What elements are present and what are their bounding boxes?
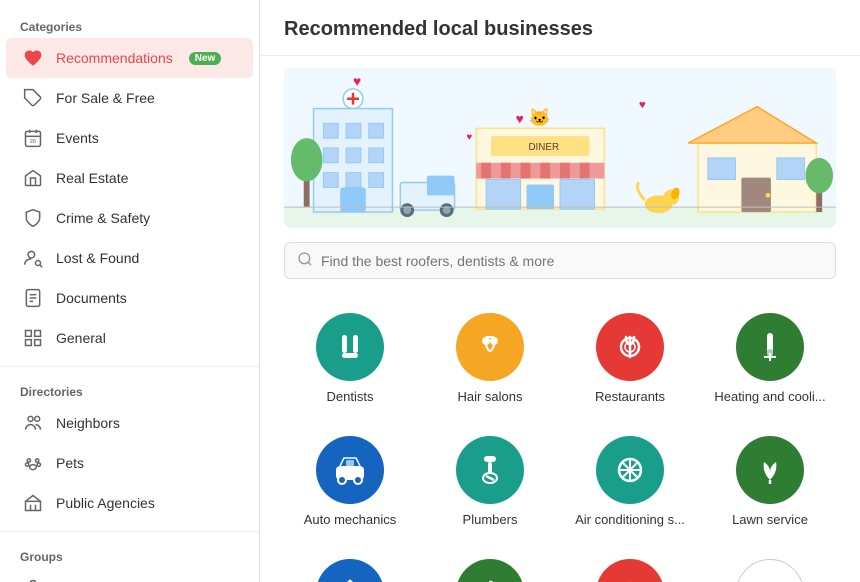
real-estate-label: Real Estate xyxy=(56,170,128,186)
lawn-service-circle xyxy=(736,436,804,504)
pets-label: Pets xyxy=(56,455,84,471)
hair-salons-label: Hair salons xyxy=(457,389,522,404)
shield-icon xyxy=(22,207,44,229)
main-header: Recommended local businesses xyxy=(260,0,860,56)
person-search-icon xyxy=(22,247,44,269)
sidebar-section-groups: Groups Browse all groups xyxy=(0,540,259,582)
air-conditioning-label: Air conditioning s... xyxy=(575,512,685,527)
sidebar-item-for-sale-free[interactable]: For Sale & Free xyxy=(6,78,253,118)
hair-salons-circle xyxy=(456,313,524,381)
category-house-painters[interactable]: House painters xyxy=(424,547,556,582)
divider-1 xyxy=(0,366,259,367)
heating-cooling-label: Heating and cooli... xyxy=(714,389,825,404)
restaurants-label: Restaurants xyxy=(595,389,665,404)
sidebar-item-real-estate[interactable]: Real Estate xyxy=(6,158,253,198)
sidebar-item-browse-groups[interactable]: Browse all groups xyxy=(6,568,253,582)
real-estate-agents-circle xyxy=(316,559,384,582)
heating-cooling-circle xyxy=(736,313,804,381)
divider-2 xyxy=(0,531,259,532)
category-pizza-places[interactable]: Pizza places xyxy=(564,547,696,582)
category-lawn-service[interactable]: Lawn service xyxy=(704,424,836,539)
lost-found-label: Lost & Found xyxy=(56,250,139,266)
home-icon xyxy=(22,167,44,189)
heart-icon xyxy=(22,47,44,69)
sidebar-item-general[interactable]: General xyxy=(6,318,253,358)
category-see-more[interactable]: See more xyxy=(704,547,836,582)
category-air-conditioning[interactable]: Air conditioning s... xyxy=(564,424,696,539)
svg-text:♥: ♥ xyxy=(639,98,646,112)
search-bar[interactable] xyxy=(284,242,836,279)
house-painters-circle xyxy=(456,559,524,582)
air-conditioning-circle xyxy=(596,436,664,504)
svg-text:♥: ♥ xyxy=(516,111,524,126)
sidebar-item-neighbors[interactable]: Neighbors xyxy=(6,403,253,443)
category-heating-cooling[interactable]: Heating and cooli... xyxy=(704,301,836,416)
sidebar-item-events[interactable]: 26 Events xyxy=(6,118,253,158)
svg-text:DINER: DINER xyxy=(528,142,559,153)
public-agencies-label: Public Agencies xyxy=(56,495,155,511)
sidebar-item-pets[interactable]: Pets xyxy=(6,443,253,483)
sidebar-section-directories: Directories Neighbors Pets Public Agenci… xyxy=(0,375,259,523)
plumbers-label: Plumbers xyxy=(463,512,518,527)
category-restaurants[interactable]: Restaurants xyxy=(564,301,696,416)
auto-mechanics-circle xyxy=(316,436,384,504)
groups-section-title: Groups xyxy=(0,540,259,568)
category-real-estate-agents[interactable]: Real estate agents xyxy=(284,547,416,582)
calendar-icon: 26 xyxy=(22,127,44,149)
dentists-circle xyxy=(316,313,384,381)
sidebar: Categories Recommendations New For Sale … xyxy=(0,0,260,582)
see-more-circle xyxy=(736,559,804,582)
grid-icon xyxy=(22,327,44,349)
category-dentists[interactable]: Dentists xyxy=(284,301,416,416)
directories-section-title: Directories xyxy=(0,375,259,403)
groups-icon xyxy=(22,577,44,582)
svg-text:♥: ♥ xyxy=(466,132,472,143)
sidebar-item-documents[interactable]: Documents xyxy=(6,278,253,318)
main-content: Recommended local businesses xyxy=(260,0,860,582)
dentists-label: Dentists xyxy=(327,389,374,404)
people-icon xyxy=(22,412,44,434)
plumbers-circle xyxy=(456,436,524,504)
events-label: Events xyxy=(56,130,99,146)
svg-text:♥: ♥ xyxy=(353,74,361,89)
category-auto-mechanics[interactable]: Auto mechanics xyxy=(284,424,416,539)
recommendations-label: Recommendations xyxy=(56,50,173,66)
paw-icon xyxy=(22,452,44,474)
new-badge: New xyxy=(189,52,222,65)
sidebar-item-recommendations[interactable]: Recommendations New xyxy=(6,38,253,78)
building-icon xyxy=(22,492,44,514)
for-sale-label: For Sale & Free xyxy=(56,90,155,106)
sidebar-section-categories: Categories Recommendations New For Sale … xyxy=(0,10,259,358)
hero-illustration: ♥ ♥ ♥ ♥ DINER xyxy=(284,68,836,228)
neighbors-label: Neighbors xyxy=(56,415,120,431)
lawn-service-label: Lawn service xyxy=(732,512,808,527)
svg-text:26: 26 xyxy=(30,139,36,145)
svg-text:🐱: 🐱 xyxy=(528,107,550,127)
category-plumbers[interactable]: Plumbers xyxy=(424,424,556,539)
tag-icon xyxy=(22,87,44,109)
categories-section-title: Categories xyxy=(0,10,259,38)
hero-section: ♥ ♥ ♥ ♥ DINER xyxy=(260,68,860,228)
restaurants-circle xyxy=(596,313,664,381)
category-hair-salons[interactable]: Hair salons xyxy=(424,301,556,416)
general-label: General xyxy=(56,330,106,346)
pizza-places-circle xyxy=(596,559,664,582)
sidebar-item-lost-found[interactable]: Lost & Found xyxy=(6,238,253,278)
search-input[interactable] xyxy=(321,253,823,269)
doc-icon xyxy=(22,287,44,309)
categories-grid: Dentists Hair salons Restaurants Heating… xyxy=(260,293,860,582)
documents-label: Documents xyxy=(56,290,127,306)
page-title: Recommended local businesses xyxy=(284,18,836,41)
crime-safety-label: Crime & Safety xyxy=(56,210,150,226)
sidebar-item-public-agencies[interactable]: Public Agencies xyxy=(6,483,253,523)
auto-mechanics-label: Auto mechanics xyxy=(304,512,397,527)
search-icon xyxy=(297,251,313,270)
sidebar-item-crime-safety[interactable]: Crime & Safety xyxy=(6,198,253,238)
